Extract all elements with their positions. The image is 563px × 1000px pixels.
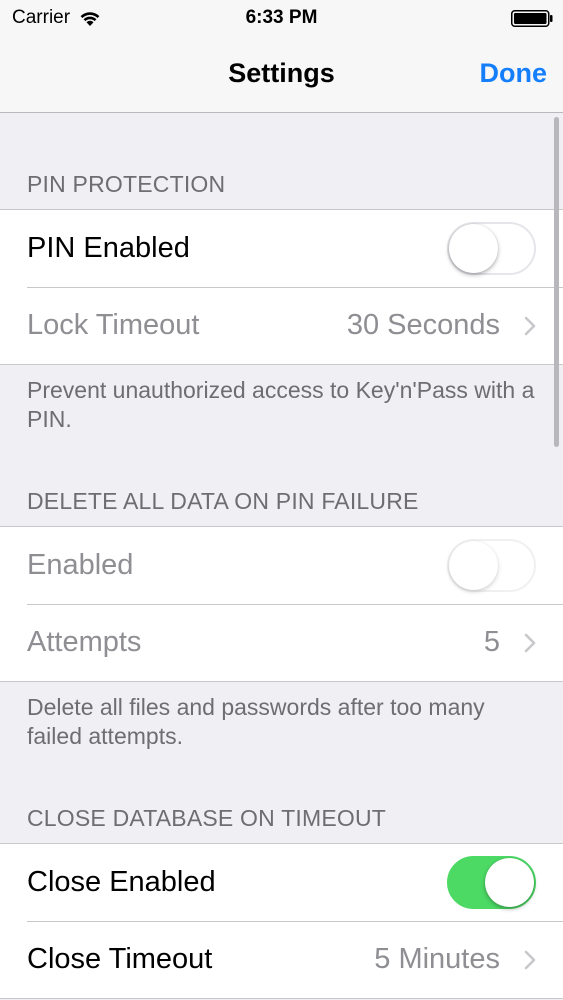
close-timeout-label: Close Timeout [27, 943, 213, 975]
attempts-value: 5 [483, 626, 500, 658]
close-enabled-label: Close Enabled [27, 866, 216, 898]
row-lock-timeout[interactable]: Lock Timeout 30 Seconds [0, 287, 563, 364]
delete-enabled-label: Enabled [27, 549, 134, 581]
row-close-timeout[interactable]: Close Timeout 5 Minutes [0, 921, 563, 998]
pin-enabled-toggle[interactable] [447, 222, 536, 275]
chevron-right-icon [524, 633, 536, 652]
toggle-knob [449, 541, 498, 590]
close-enabled-toggle[interactable] [447, 856, 536, 909]
lock-timeout-label: Lock Timeout [27, 309, 200, 341]
row-close-enabled: Close Enabled [0, 844, 563, 921]
row-pin-enabled: PIN Enabled [0, 210, 563, 287]
battery-full-icon [511, 10, 553, 27]
group-delete-data: Enabled Attempts 5 [0, 526, 563, 682]
lock-timeout-value: 30 Seconds [346, 309, 500, 341]
row-delete-enabled: Enabled [0, 527, 563, 604]
section-header-pin-protection: PIN PROTECTION [27, 171, 226, 197]
delete-data-footer: Delete all files and passwords after too… [27, 694, 485, 749]
toggle-knob [449, 224, 498, 273]
pin-enabled-label: PIN Enabled [27, 232, 190, 264]
section-header-delete-data: DELETE ALL DATA ON PIN FAILURE [27, 488, 419, 514]
chevron-right-icon [524, 316, 536, 335]
status-bar: Carrier 6:33 PM [0, 0, 563, 38]
pin-protection-footer: Prevent unauthorized access to Key'n'Pas… [27, 377, 535, 432]
scroll-indicator[interactable] [554, 117, 559, 447]
done-button[interactable]: Done [480, 58, 548, 89]
chevron-right-icon [524, 950, 536, 969]
close-timeout-value: 5 Minutes [374, 943, 500, 975]
status-time: 6:33 PM [245, 7, 318, 28]
settings-list[interactable]: PIN PROTECTION PIN Enabled Lock Timeout … [0, 113, 563, 1000]
group-close-database: Close Enabled Close Timeout 5 Minutes [0, 843, 563, 999]
navigation-bar: Settings Done [0, 38, 563, 113]
section-header-close-database: CLOSE DATABASE ON TIMEOUT [27, 805, 387, 831]
delete-enabled-toggle[interactable] [447, 539, 536, 592]
row-attempts[interactable]: Attempts 5 [0, 604, 563, 681]
attempts-label: Attempts [27, 626, 142, 658]
toggle-knob [485, 858, 534, 907]
group-pin-protection: PIN Enabled Lock Timeout 30 Seconds [0, 209, 563, 365]
